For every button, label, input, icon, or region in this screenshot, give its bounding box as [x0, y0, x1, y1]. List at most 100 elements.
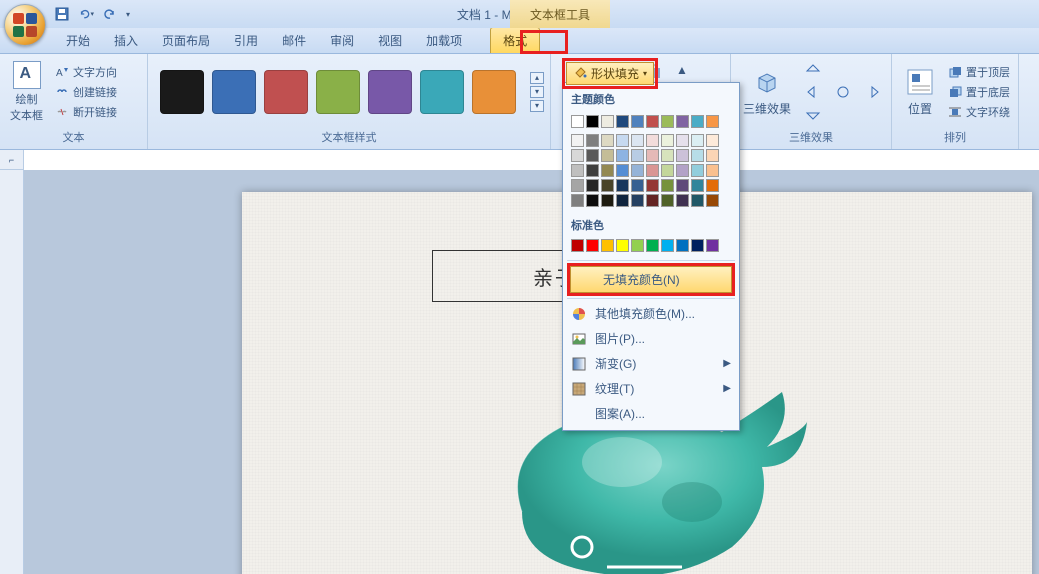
tilt-reset-icon[interactable] — [831, 82, 855, 102]
gallery-more-button[interactable]: ▾ — [530, 100, 544, 112]
color-swatch[interactable] — [571, 194, 584, 207]
tab-format[interactable]: 格式 — [490, 27, 540, 53]
undo-icon[interactable]: ▾ — [78, 6, 94, 22]
save-icon[interactable] — [54, 6, 70, 22]
no-fill-item[interactable]: 无填充颜色(N) — [570, 266, 732, 293]
color-swatch[interactable] — [616, 115, 629, 128]
textbox-style-swatch[interactable] — [160, 70, 204, 114]
tab-layout[interactable]: 页面布局 — [150, 28, 222, 53]
tab-mail[interactable]: 邮件 — [270, 28, 318, 53]
color-swatch[interactable] — [706, 179, 719, 192]
color-swatch[interactable] — [571, 179, 584, 192]
threed-effect-button[interactable]: 三维效果 — [737, 64, 797, 119]
color-swatch[interactable] — [586, 179, 599, 192]
color-swatch[interactable] — [631, 115, 644, 128]
tab-view[interactable]: 视图 — [366, 28, 414, 53]
color-swatch[interactable] — [691, 115, 704, 128]
color-swatch[interactable] — [571, 164, 584, 177]
shape-fill-button[interactable]: 形状填充 ▾ — [566, 62, 654, 85]
color-swatch[interactable] — [616, 194, 629, 207]
color-swatch[interactable] — [676, 239, 689, 252]
color-swatch[interactable] — [691, 194, 704, 207]
textbox-style-swatch[interactable] — [368, 70, 412, 114]
vertical-ruler[interactable] — [0, 170, 24, 574]
color-swatch[interactable] — [661, 239, 674, 252]
color-swatch[interactable] — [601, 115, 614, 128]
color-swatch[interactable] — [661, 134, 674, 147]
color-swatch[interactable] — [706, 149, 719, 162]
color-swatch[interactable] — [631, 149, 644, 162]
color-swatch[interactable] — [646, 239, 659, 252]
color-swatch[interactable] — [586, 149, 599, 162]
color-swatch[interactable] — [676, 194, 689, 207]
gradient-fill-item[interactable]: 渐变(G) ▶ — [563, 351, 739, 376]
color-swatch[interactable] — [571, 115, 584, 128]
tilt-up-icon[interactable] — [801, 60, 825, 80]
color-swatch[interactable] — [631, 194, 644, 207]
color-swatch[interactable] — [631, 134, 644, 147]
color-swatch[interactable] — [706, 164, 719, 177]
color-swatch[interactable] — [616, 164, 629, 177]
gallery-down-button[interactable]: ▾ — [530, 86, 544, 98]
draw-textbox-button[interactable]: 绘制 文本框 — [6, 61, 47, 123]
break-link-button[interactable]: 断开链接 — [51, 103, 121, 121]
color-swatch[interactable] — [661, 149, 674, 162]
tab-home[interactable]: 开始 — [54, 28, 102, 53]
tab-insert[interactable]: 插入 — [102, 28, 150, 53]
texture-fill-item[interactable]: 纹理(T) ▶ — [563, 376, 739, 401]
bring-front-button[interactable]: 置于顶层 — [946, 63, 1012, 81]
textbox-style-swatch[interactable] — [264, 70, 308, 114]
color-swatch[interactable] — [616, 179, 629, 192]
nudge-up-icon[interactable]: ▲ — [670, 60, 694, 80]
text-direction-button[interactable]: A文字方向 — [51, 63, 121, 81]
tab-references[interactable]: 引用 — [222, 28, 270, 53]
color-swatch[interactable] — [646, 179, 659, 192]
color-swatch[interactable] — [676, 164, 689, 177]
textbox-style-swatch[interactable] — [420, 70, 464, 114]
redo-icon[interactable] — [102, 6, 118, 22]
tilt-down-icon[interactable] — [801, 104, 825, 124]
color-swatch[interactable] — [706, 239, 719, 252]
color-swatch[interactable] — [601, 194, 614, 207]
color-swatch[interactable] — [646, 194, 659, 207]
color-swatch[interactable] — [646, 149, 659, 162]
color-swatch[interactable] — [601, 239, 614, 252]
color-swatch[interactable] — [691, 179, 704, 192]
color-swatch[interactable] — [646, 115, 659, 128]
color-swatch[interactable] — [691, 134, 704, 147]
color-swatch[interactable] — [586, 164, 599, 177]
color-swatch[interactable] — [661, 115, 674, 128]
color-swatch[interactable] — [631, 164, 644, 177]
create-link-button[interactable]: 创建链接 — [51, 83, 121, 101]
color-swatch[interactable] — [676, 149, 689, 162]
color-swatch[interactable] — [661, 179, 674, 192]
color-swatch[interactable] — [601, 149, 614, 162]
textbox-style-swatch[interactable] — [212, 70, 256, 114]
tilt-right-icon[interactable] — [861, 82, 885, 102]
color-swatch[interactable] — [676, 179, 689, 192]
document-workspace[interactable]: 亲子沙龙 — [24, 170, 1039, 574]
color-swatch[interactable] — [571, 239, 584, 252]
position-button[interactable]: 位置 — [898, 64, 942, 119]
color-swatch[interactable] — [586, 134, 599, 147]
color-swatch[interactable] — [616, 134, 629, 147]
color-swatch[interactable] — [631, 179, 644, 192]
tab-review[interactable]: 审阅 — [318, 28, 366, 53]
color-swatch[interactable] — [646, 134, 659, 147]
pattern-fill-item[interactable]: 图案(A)... — [563, 401, 739, 426]
color-swatch[interactable] — [601, 164, 614, 177]
color-swatch[interactable] — [661, 194, 674, 207]
color-swatch[interactable] — [706, 134, 719, 147]
textbox-style-swatch[interactable] — [472, 70, 516, 114]
color-swatch[interactable] — [601, 134, 614, 147]
text-wrap-button[interactable]: 文字环绕 — [946, 103, 1012, 121]
tab-addin[interactable]: 加载项 — [414, 28, 474, 53]
send-back-button[interactable]: 置于底层 — [946, 83, 1012, 101]
office-button[interactable] — [4, 4, 46, 46]
color-swatch[interactable] — [691, 164, 704, 177]
color-swatch[interactable] — [706, 115, 719, 128]
gallery-up-button[interactable]: ▴ — [530, 72, 544, 84]
color-swatch[interactable] — [616, 239, 629, 252]
color-swatch[interactable] — [586, 239, 599, 252]
color-swatch[interactable] — [586, 115, 599, 128]
